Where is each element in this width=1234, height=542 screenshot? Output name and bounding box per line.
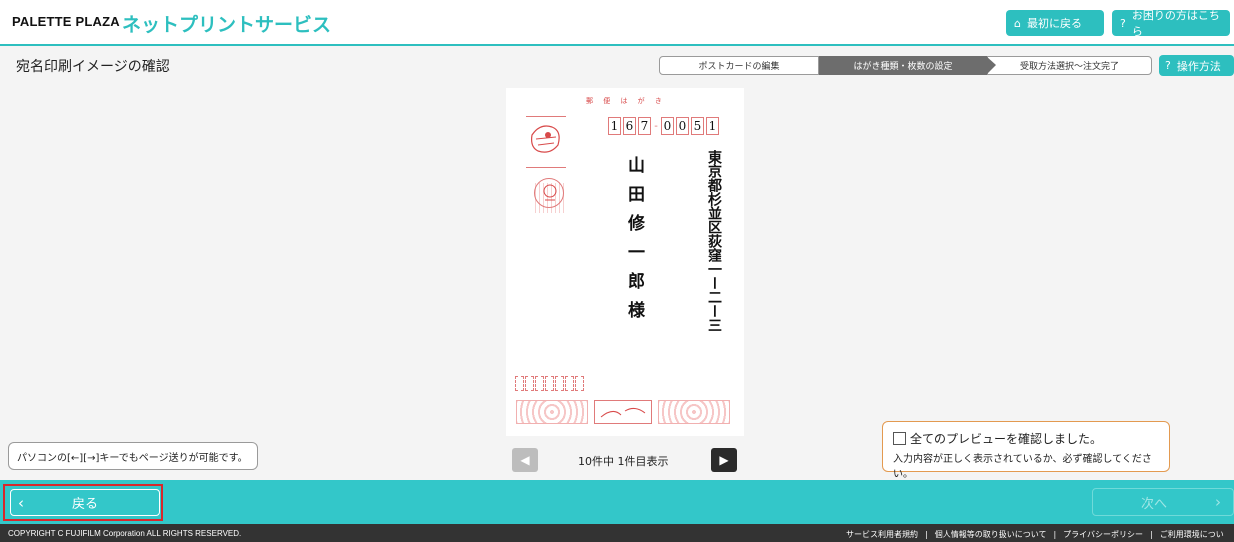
decoration-left (516, 400, 588, 424)
progress-steps: ポストカードの編集 はがき種類・枚数の設定 受取方法選択～注文完了 (659, 56, 1152, 75)
stamp-image (526, 116, 566, 168)
recipient-address: 東京都杉並区荻窪一ー二ー三 (706, 150, 722, 332)
zip-digit: 1 (608, 117, 621, 135)
step-checkout: 受取方法選択～注文完了 (987, 56, 1152, 75)
step-postcard-edit: ポストカードの編集 (659, 56, 819, 75)
copyright: COPYRIGHT C FUJIFILM Corporation ALL RIG… (8, 529, 242, 538)
zip-digit: 0 (661, 117, 674, 135)
link-privacy[interactable]: プライバシーポリシー (1063, 530, 1143, 539)
zip-digit: 0 (676, 117, 689, 135)
footer: COPYRIGHT C FUJIFILM Corporation ALL RIG… (0, 524, 1234, 542)
chevron-left-icon: ‹ (18, 493, 24, 512)
prev-page-button[interactable]: ◀ (512, 448, 538, 472)
site-header: PALETTE PLAZA ネットプリントサービス ⌂ 最初に戻る ? お困りの… (0, 0, 1234, 46)
confirm-note: 入力内容が正しく表示されているか、必ず確認してください。 (893, 454, 1152, 480)
operation-help-button[interactable]: ? 操作方法 (1159, 55, 1234, 76)
zip-dash: - (654, 120, 658, 132)
zip-digit: 1 (706, 117, 719, 135)
brand-logo: PALETTE PLAZA (12, 14, 120, 29)
home-button[interactable]: ⌂ 最初に戻る (1006, 10, 1104, 36)
next-button[interactable]: 次へ › (1092, 488, 1234, 516)
postal-code-boxes: 1 6 7 - 0 0 5 1 (608, 117, 721, 135)
play-left-icon: ◀ (520, 453, 530, 467)
chevron-right-icon: › (1215, 493, 1221, 511)
play-right-icon: ▶ (719, 453, 729, 467)
zip-digit: 5 (691, 117, 704, 135)
help-button[interactable]: ? お困りの方はこちら (1112, 9, 1230, 38)
decoration-center (594, 400, 652, 424)
confirm-panel: 全てのプレビューを確認しました。 入力内容が正しく表示されているか、必ず確認して… (882, 421, 1170, 480)
page-counter: 10件中 1件目表示 (578, 455, 669, 468)
back-button[interactable]: ‹ 戻る (10, 489, 160, 516)
postmark-icon (534, 178, 564, 208)
home-icon: ⌂ (1014, 16, 1021, 30)
step-card-settings: はがき種類・枚数の設定 (819, 56, 996, 75)
back-button-highlight: ‹ 戻る (3, 484, 163, 521)
keyboard-hint: パソコンの[←][→]キーでもページ送りが可能です。 (8, 442, 258, 470)
link-terms[interactable]: サービス利用者規約 (846, 530, 918, 539)
postcard-header: 郵 便 は が き (586, 97, 666, 105)
action-bar (0, 480, 1234, 524)
confirm-checkbox[interactable] (893, 432, 906, 445)
confirm-label[interactable]: 全てのプレビューを確認しました。 (910, 430, 1102, 447)
next-page-button[interactable]: ▶ (711, 448, 737, 472)
link-environment[interactable]: ご利用環境につい (1160, 530, 1224, 539)
question-icon: ? (1165, 59, 1171, 72)
recipient-name: 山田修一郎様 (624, 156, 644, 330)
link-personal-info[interactable]: 個人情報等の取り扱いについて (935, 530, 1047, 539)
page-title: 宛名印刷イメージの確認 (16, 59, 170, 75)
postcard-preview: 郵 便 は が き 1 6 7 - 0 0 5 1 東京都杉並区荻窪一ー二ー三 … (506, 88, 744, 436)
sender-zip-boxes (515, 376, 585, 391)
question-icon: ? (1120, 16, 1126, 30)
zip-digit: 7 (638, 117, 651, 135)
service-title: ネットプリントサービス (122, 14, 332, 36)
zip-digit: 6 (623, 117, 636, 135)
footer-links: サービス利用者規約 | 個人情報等の取り扱いについて | プライバシーポリシー | ご利用環… (846, 530, 1224, 539)
decoration-right (658, 400, 730, 424)
